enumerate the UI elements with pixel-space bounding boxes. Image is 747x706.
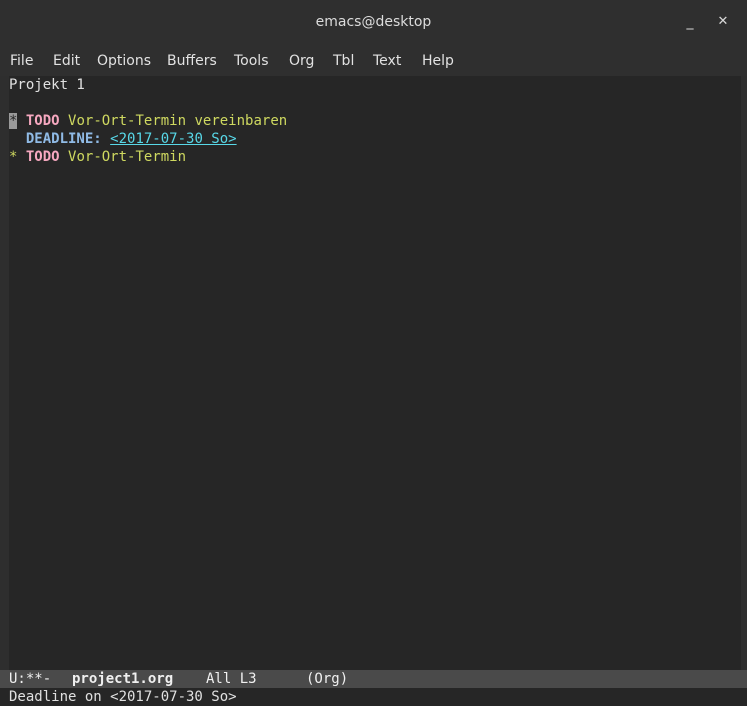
menu-tbl[interactable]: Tbl (333, 53, 354, 69)
buffer-line-title[interactable]: Projekt 1 (9, 76, 85, 94)
left-fringe (0, 76, 9, 670)
emacs-window: emacs@desktop _ ✕ File Edit Options Buff… (0, 0, 747, 706)
text-cursor: * (9, 113, 18, 129)
menu-tools[interactable]: Tools (234, 53, 269, 69)
menu-options[interactable]: Options (97, 53, 151, 69)
menu-bar: File Edit Options Buffers Tools Org Tbl … (0, 46, 747, 76)
heading-text: Vor-Ort-Termin vereinbaren (68, 113, 288, 129)
buffer-line-heading-1[interactable]: * TODO Vor-Ort-Termin vereinbaren (9, 112, 287, 130)
mode-line[interactable]: U:**- project1.org All L3 (Org) (0, 670, 747, 688)
deadline-keyword: DEADLINE: (25, 131, 102, 147)
menu-help[interactable]: Help (422, 53, 454, 69)
menu-file[interactable]: File (10, 53, 33, 69)
menu-text[interactable]: Text (373, 53, 401, 69)
echo-area: Deadline on <2017-07-30 So> (0, 688, 747, 706)
minimize-icon[interactable]: _ (680, 12, 700, 32)
todo-keyword: TODO (25, 149, 60, 165)
modeline-buffer-name[interactable]: project1.org (72, 670, 173, 688)
heading-star: * (9, 149, 18, 165)
modeline-position: All L3 (206, 671, 257, 687)
editor-buffer[interactable]: Projekt 1 * TODO Vor-Ort-Termin vereinba… (0, 76, 747, 670)
todo-keyword: TODO (25, 113, 60, 129)
menu-buffers[interactable]: Buffers (167, 53, 217, 69)
title-bar[interactable]: emacs@desktop _ ✕ (0, 0, 747, 46)
buffer-line-deadline[interactable]: DEADLINE: <2017-07-30 So> (9, 130, 237, 148)
deadline-date-link[interactable]: <2017-07-30 So> (110, 131, 236, 147)
heading-text: Vor-Ort-Termin (68, 149, 187, 165)
right-fringe (741, 76, 747, 670)
modeline-major-mode[interactable]: (Org) (306, 670, 348, 688)
window-title: emacs@desktop (315, 14, 432, 30)
echo-message: Deadline on <2017-07-30 So> (9, 689, 237, 705)
modeline-status: U:**- (9, 671, 52, 687)
menu-org[interactable]: Org (289, 53, 314, 69)
close-icon[interactable]: ✕ (713, 12, 733, 32)
menu-edit[interactable]: Edit (53, 53, 80, 69)
buffer-line-heading-2[interactable]: * TODO Vor-Ort-Termin (9, 148, 186, 166)
